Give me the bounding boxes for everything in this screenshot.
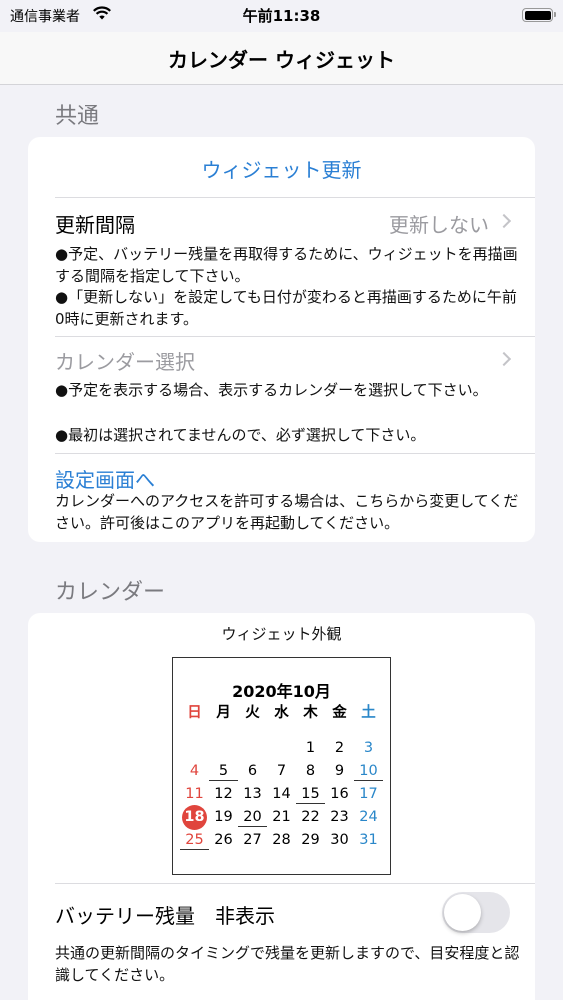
settings-note: カレンダーへのアクセスを許可する場合は、こちらから変更してください。許可後はこの…: [55, 492, 519, 532]
calendar-day: 10: [354, 761, 383, 781]
calendar-weekday: 月: [216, 705, 231, 721]
battery-toggle[interactable]: [442, 892, 510, 933]
update-interval-row[interactable]: 更新間隔 更新しない: [28, 197, 535, 245]
update-widget-button[interactable]: ウィジェット更新: [28, 154, 535, 183]
calendar-day: 22: [301, 809, 320, 825]
calendar-day: 3: [363, 740, 374, 756]
calendar-day: 31: [359, 832, 378, 848]
battery-row: バッテリー残量 非表示: [28, 883, 535, 943]
calendar-day: 7: [276, 763, 287, 779]
calendar-day: 8: [305, 763, 316, 779]
update-interval-value: 更新しない: [389, 213, 489, 237]
calendar-day: 15: [296, 784, 325, 804]
calendar-day: 29: [301, 832, 320, 848]
calendar-select-label: カレンダー選択: [55, 350, 195, 374]
calendar-select-row[interactable]: カレンダー選択: [28, 336, 535, 382]
calendar-weekday: 木: [303, 705, 318, 721]
navigation-bar: カレンダー ウィジェット: [0, 32, 563, 85]
calendar-settings-card: ウィジェット外観 2020年10月 日月火水木金土 1 2 3 4 5 6 7 8 9 10 11 12…: [28, 613, 535, 1000]
battery-note: 共通の更新間隔のタイミングで残量を更新しますので、目安程度と認識してください。: [55, 944, 520, 984]
calendar-weekday: 火: [245, 705, 260, 721]
settings-link[interactable]: 設定画面へ: [55, 464, 155, 493]
calendar-weekday: 水: [274, 705, 289, 721]
interval-note-2: ●「更新しない」を設定しても日付が変わると再描画するために午前0時に更新されます…: [55, 288, 517, 328]
calendar-day: 25: [180, 830, 209, 850]
common-settings-card: ウィジェット更新 更新間隔 更新しない ●予定、バッテリー残量を再取得するために…: [28, 137, 535, 542]
page-title: カレンダー ウィジェット: [168, 48, 395, 72]
calendar-day: 30: [330, 832, 349, 848]
widget-preview-calendar: 2020年10月 日月火水木金土 1 2 3 4 5 6 7 8 9 10 11 12 13 14 15 16 1…: [172, 657, 391, 875]
status-bar: 通信事業者 午前11:38: [0, 0, 563, 32]
calendar-day: 2: [334, 740, 345, 756]
update-interval-label: 更新間隔: [55, 213, 135, 237]
calendar-day: 18: [184, 809, 205, 825]
widget-preview-title: ウィジェット外観: [221, 625, 342, 643]
calendar-weekday: 金: [332, 705, 347, 721]
calendar-day: 23: [330, 809, 349, 825]
calendar-day: 19: [214, 809, 233, 825]
calendar-day: 6: [247, 763, 258, 779]
chevron-right-icon: [496, 351, 512, 367]
calendar-day: 27: [243, 832, 262, 848]
calendar-day: 16: [330, 786, 349, 802]
calendar-weekday: 土: [361, 705, 376, 721]
calendar-day: 24: [359, 809, 378, 825]
chevron-right-icon: [496, 213, 512, 229]
select-note-1: ●予定を表示する場合、表示するカレンダーを選択して下さい。: [55, 381, 488, 399]
calendar-day: 14: [272, 786, 291, 802]
select-note-2: ●最初は選択されてませんので、必ず選択して下さい。: [55, 426, 426, 444]
toggle-knob: [444, 894, 481, 931]
calendar-day: 17: [359, 786, 378, 802]
divider: [55, 453, 535, 454]
calendar-day: 12: [214, 786, 233, 802]
section-header-common: 共通: [55, 104, 100, 129]
calendar-day: 4: [189, 763, 200, 779]
calendar-day: 1: [305, 740, 316, 756]
calendar-day: 9: [334, 763, 345, 779]
status-time: 午前11:38: [242, 7, 321, 25]
calendar-day: 26: [214, 832, 233, 848]
calendar-day: 21: [272, 809, 291, 825]
battery-label: バッテリー残量 非表示: [55, 904, 275, 928]
calendar-day: 28: [272, 832, 291, 848]
calendar-month-title: 2020年10月: [232, 682, 331, 701]
calendar-day: 5: [209, 761, 238, 781]
calendar-weekday: 日: [187, 705, 202, 721]
section-header-calendar: カレンダー: [55, 580, 166, 605]
calendar-day: 11: [185, 786, 204, 802]
calendar-day: 13: [243, 786, 262, 802]
calendar-day: 20: [238, 807, 267, 827]
battery-icon: [522, 8, 556, 22]
interval-note-1: ●予定、バッテリー残量を再取得するために、ウィジェットを再描画する間隔を指定して…: [55, 245, 518, 285]
